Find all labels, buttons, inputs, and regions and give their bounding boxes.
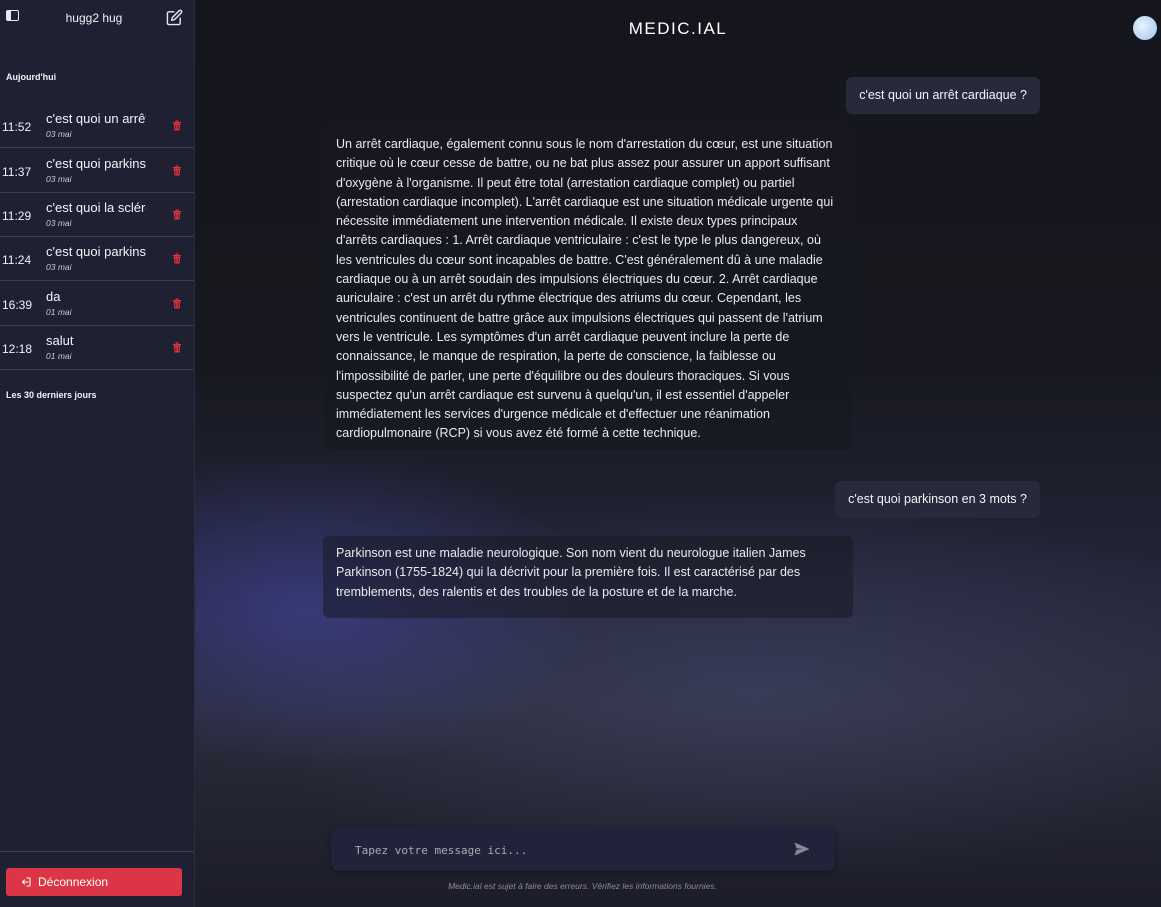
- sidebar-header: hugg2 hug: [0, 0, 194, 36]
- message-composer: [331, 827, 835, 871]
- conversation-item[interactable]: 16:39 da 01 mai: [0, 281, 194, 326]
- sidebar: hugg2 hug Aujourd'hui 11:52 c'est quoi u…: [0, 0, 195, 907]
- send-icon[interactable]: [794, 842, 810, 856]
- trash-icon[interactable]: [172, 253, 182, 264]
- conversation-time: 11:37: [2, 165, 32, 179]
- section-today: Aujourd'hui: [6, 72, 57, 82]
- user-message: c'est quoi parkinson en 3 mots ?: [835, 481, 1040, 518]
- conversation-date: 03 mai: [46, 262, 72, 272]
- chat-area: MEDIC.IAL c'est quoi un arrêt cardiaque …: [195, 0, 1161, 907]
- user-name: hugg2 hug: [65, 11, 123, 25]
- conversation-time: 12:18: [2, 342, 33, 356]
- conversation-date: 03 mai: [46, 218, 72, 228]
- avatar[interactable]: [1133, 16, 1157, 40]
- conversation-item[interactable]: 12:18 salut 01 mai: [0, 325, 194, 370]
- app-title: MEDIC.IAL: [628, 19, 728, 38]
- section-last-30-days: Les 30 derniers jours: [6, 390, 97, 400]
- trash-icon[interactable]: [172, 120, 182, 131]
- logout-icon: [21, 877, 31, 887]
- conversation-title: c'est quoi parkinson en 3 mots ?: [46, 156, 146, 171]
- sidebar-toggle-icon[interactable]: [6, 10, 19, 21]
- assistant-message: Un arrêt cardiaque, également connu sous…: [323, 127, 853, 450]
- conversation-date: 03 mai: [46, 129, 72, 139]
- message-input[interactable]: [353, 840, 777, 860]
- conversation-time: 11:24: [2, 253, 32, 267]
- trash-icon[interactable]: [172, 165, 182, 176]
- trash-icon[interactable]: [172, 342, 182, 353]
- conversation-title: salut: [46, 333, 74, 348]
- conversation-item[interactable]: 11:37 c'est quoi parkinson en 3 mots ? 0…: [0, 148, 194, 193]
- logout-label: Déconnexion: [38, 875, 109, 889]
- conversation-title: da: [46, 289, 61, 304]
- assistant-message: Parkinson est une maladie neurologique. …: [323, 536, 853, 618]
- user-message: c'est quoi un arrêt cardiaque ?: [846, 77, 1040, 114]
- conversation-date: 03 mai: [46, 174, 72, 184]
- conversation-time: 11:52: [2, 120, 32, 134]
- conversation-time: 16:39: [2, 298, 33, 312]
- conversation-item[interactable]: 11:29 c'est quoi la sclérose ? 03 mai: [0, 192, 194, 237]
- conversation-title: c'est quoi la sclérose ?: [46, 200, 146, 215]
- conversation-date: 01 mai: [46, 307, 72, 317]
- divider: [0, 851, 194, 852]
- conversation-title: c'est quoi parkinson ?: [46, 244, 146, 259]
- conversation-time: 11:29: [2, 209, 32, 223]
- logout-button[interactable]: Déconnexion: [6, 868, 182, 896]
- conversation-item[interactable]: 11:52 c'est quoi un arrêt cardiaque ? 03…: [0, 103, 194, 148]
- edit-icon[interactable]: [166, 9, 183, 26]
- conversation-date: 01 mai: [46, 351, 72, 361]
- conversation-item[interactable]: 11:24 c'est quoi parkinson ? 03 mai: [0, 236, 194, 281]
- trash-icon[interactable]: [172, 209, 182, 220]
- disclaimer: Medic.ial est sujet à faire des erreurs.…: [448, 881, 717, 891]
- trash-icon[interactable]: [172, 298, 182, 309]
- conversation-title: c'est quoi un arrêt cardiaque ?: [46, 111, 146, 126]
